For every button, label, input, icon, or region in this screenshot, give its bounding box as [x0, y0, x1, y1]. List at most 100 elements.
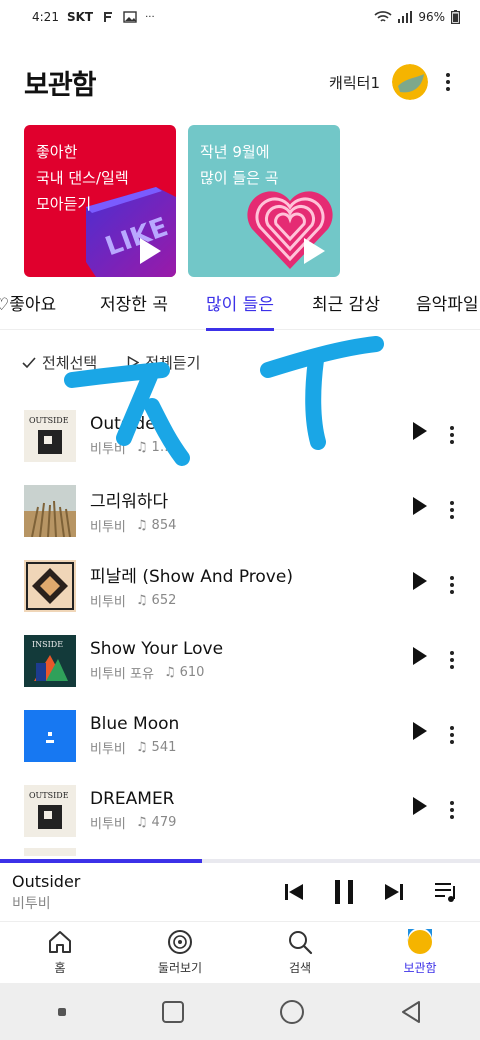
header-more-icon[interactable] [440, 70, 456, 94]
card-play-icon[interactable] [302, 237, 326, 265]
play-count: 854 [151, 517, 177, 533]
play-all-button[interactable]: 전체듣기 [127, 352, 200, 373]
song-more-icon[interactable] [444, 498, 460, 522]
song-more-icon[interactable] [444, 573, 460, 597]
list-item[interactable]: OUTSIDE DREAMER 비투비 ♫ 479 [0, 773, 480, 848]
tab-recent[interactable]: 최근 감상 [312, 282, 380, 330]
album-art [24, 484, 76, 537]
bottom-nav: 홈 둘러보기 검색 보관함 [0, 921, 480, 983]
check-icon [22, 356, 36, 368]
nav-label: 검색 [288, 961, 312, 975]
next-icon[interactable] [384, 883, 404, 901]
song-title: DREAMER [90, 789, 175, 809]
music-note-icon: ♫ [135, 815, 148, 830]
select-bar: 전체선택 전체듣기 [22, 352, 200, 373]
song-more-icon[interactable] [444, 798, 460, 822]
tab-label: 좋아요 [9, 295, 57, 315]
album-art [24, 709, 76, 762]
play-icon[interactable] [412, 721, 428, 741]
more-notifications-icon: ··· [145, 11, 155, 23]
play-all-label: 전체듣기 [145, 354, 201, 372]
library-icon [407, 929, 432, 954]
nav-library[interactable]: 보관함 [360, 922, 480, 983]
nav-dot-icon[interactable] [57, 1007, 67, 1017]
wifi-icon [374, 11, 392, 22]
list-item[interactable] [0, 848, 480, 856]
play-count: 610 [179, 665, 205, 680]
avatar[interactable] [392, 64, 428, 100]
list-item[interactable]: 피날레 (Show And Prove) 비투비 ♫ 652 [0, 548, 480, 623]
play-icon[interactable] [412, 796, 428, 816]
play-icon[interactable] [412, 496, 428, 516]
card-play-icon[interactable] [138, 237, 162, 265]
most-played-last-sept-card[interactable]: 작년 9월에 많이 들은 곡 [188, 125, 340, 277]
song-artist: 비투비 포유 [90, 667, 154, 682]
song-list: OUTSIDE Outsider 비투비 ♫ 1… 그리워하다 비투비 ♫ 854 피날… [0, 398, 480, 856]
mini-player[interactable]: Outsider 비투비 [0, 863, 480, 921]
playlist-icon[interactable] [434, 881, 458, 903]
select-all-button[interactable]: 전체선택 [22, 352, 97, 373]
nav-home[interactable]: 홈 [0, 922, 120, 983]
nav-browse[interactable]: 둘러보기 [120, 922, 240, 983]
album-art [24, 848, 76, 856]
signal-icon [398, 11, 413, 23]
list-item[interactable]: OUTSIDE Outsider 비투비 ♫ 1… [0, 398, 480, 473]
home-icon [49, 931, 71, 953]
song-title: 피날레 (Show And Prove) [90, 566, 293, 587]
notification-f-icon [104, 12, 113, 22]
nav-search[interactable]: 검색 [240, 922, 360, 983]
tab-saved[interactable]: 저장한 곡 [100, 282, 168, 330]
battery-percent: 96% [418, 10, 445, 24]
play-outline-icon [128, 356, 140, 369]
back-icon[interactable] [399, 1000, 423, 1024]
recommendation-cards: 좋아한 국내 댄스/일렉 모아듣기 LIKE 작년 9월에 많이 들은 곡 [24, 125, 340, 277]
status-carrier: SKT [66, 10, 94, 24]
song-artist: 비투비 [90, 742, 126, 757]
play-icon[interactable] [412, 421, 428, 441]
play-icon[interactable] [412, 646, 428, 666]
previous-icon[interactable] [284, 883, 304, 901]
svg-text:INSIDE: INSIDE [32, 640, 63, 649]
play-count: 1… [151, 440, 173, 455]
library-tabs: ♡좋아요 저장한 곡 많이 들은 최근 감상 음악파일 [0, 282, 480, 331]
song-title: Outsider [90, 414, 163, 434]
music-note-icon: ♫ [135, 517, 148, 533]
gallery-icon [123, 11, 137, 23]
tab-liked[interactable]: ♡좋아요 [0, 282, 56, 330]
card-title: 작년 9월에 많이 들은 곡 [200, 143, 279, 187]
song-title: 그리워하다 [90, 491, 169, 512]
tab-label: 음악파일 [416, 295, 479, 315]
select-all-label: 전체선택 [42, 354, 98, 372]
album-art: OUTSIDE [24, 409, 76, 462]
search-icon [289, 931, 313, 955]
list-item[interactable]: 그리워하다 비투비 ♫ 854 [0, 473, 480, 548]
song-artist: 비투비 [90, 519, 126, 535]
play-count: 652 [151, 592, 177, 608]
svg-text:OUTSIDE: OUTSIDE [29, 416, 69, 425]
list-item[interactable]: INSIDE Show Your Love 비투비 포유 ♫ 610 [0, 623, 480, 698]
page-title: 보관함 [24, 69, 97, 101]
song-more-icon[interactable] [444, 648, 460, 672]
home-button-icon[interactable] [279, 999, 305, 1025]
svg-text:OUTSIDE: OUTSIDE [29, 791, 69, 800]
album-art [24, 559, 76, 612]
character-switch-label[interactable]: 캐릭터1 [329, 72, 380, 93]
tab-music-files[interactable]: 음악파일 [416, 282, 479, 330]
list-item[interactable]: Blue Moon 비투비 ♫ 541 [0, 698, 480, 773]
song-more-icon[interactable] [444, 423, 460, 447]
liked-dance-card[interactable]: 좋아한 국내 댄스/일렉 모아듣기 LIKE [24, 125, 176, 277]
music-note-icon: ♫ [135, 740, 148, 755]
music-note-icon: ♫ [135, 440, 148, 455]
song-artist: 비투비 [90, 817, 126, 832]
active-tab-indicator [206, 328, 274, 331]
recent-apps-icon[interactable] [161, 1000, 185, 1024]
music-note-icon: ♫ [163, 665, 176, 680]
tab-most-played[interactable]: 많이 들은 [206, 282, 274, 331]
song-title: Blue Moon [90, 714, 180, 734]
pause-icon[interactable] [334, 879, 354, 905]
now-playing-title: Outsider [12, 871, 81, 891]
song-more-icon[interactable] [444, 723, 460, 747]
play-count: 479 [151, 815, 177, 830]
play-icon[interactable] [412, 571, 428, 591]
card-title: 좋아한 국내 댄스/일렉 모아듣기 [36, 143, 129, 213]
